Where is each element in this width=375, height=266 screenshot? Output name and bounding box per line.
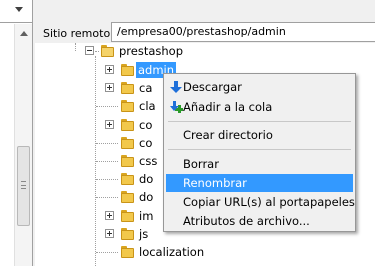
grip-icon <box>21 181 26 189</box>
menu-item-rename[interactable]: Renombrar <box>166 174 353 192</box>
tree-line <box>96 161 118 162</box>
tree-line <box>96 179 118 180</box>
folder-open-icon <box>101 45 114 57</box>
menu-item-download[interactable]: Descargar <box>166 78 353 96</box>
tree-line <box>96 252 118 253</box>
tree-line <box>95 51 99 52</box>
folder-icon <box>121 100 134 112</box>
tree-item[interactable]: js <box>139 226 148 242</box>
tree-item[interactable]: co <box>139 135 152 151</box>
expand-icon[interactable] <box>105 65 114 74</box>
menu-item-copy-urls[interactable]: Copiar URL(s) al portapapeles <box>166 193 355 211</box>
tree-line <box>75 43 76 51</box>
tree-item[interactable]: im <box>139 208 153 224</box>
menu-item-delete[interactable]: Borrar <box>166 155 353 173</box>
folder-icon <box>121 64 134 76</box>
folder-icon <box>121 191 134 203</box>
tree-item[interactable]: ca <box>139 80 152 96</box>
folder-icon <box>121 137 134 149</box>
folder-icon <box>121 82 134 94</box>
add-to-queue-icon <box>170 101 183 113</box>
tree-item[interactable]: do <box>139 189 153 205</box>
local-pane <box>0 0 33 266</box>
collapse-icon[interactable] <box>85 46 94 55</box>
expand-icon[interactable] <box>105 83 114 92</box>
folder-icon <box>121 246 134 258</box>
menu-item-file-attributes[interactable]: Atributos de archivo... <box>166 212 353 230</box>
tree-line <box>96 143 118 144</box>
download-icon <box>170 81 182 93</box>
tree-item[interactable]: localization <box>139 244 204 260</box>
folder-icon <box>121 155 134 167</box>
expand-icon[interactable] <box>105 120 114 129</box>
folder-icon <box>121 119 134 131</box>
tree-item-prestashop[interactable]: prestashop <box>119 43 183 59</box>
tree-line <box>96 106 118 107</box>
scroll-up-icon[interactable] <box>20 31 28 36</box>
scroll-thumb[interactable] <box>17 146 30 226</box>
tree-item[interactable]: co <box>139 117 152 133</box>
tree-item[interactable]: cla <box>139 98 156 114</box>
menu-separator <box>168 121 351 122</box>
dropdown-arrow-icon[interactable] <box>15 7 23 12</box>
folder-icon <box>121 173 134 185</box>
vertical-scrollbar[interactable] <box>14 24 32 266</box>
menu-item-add-to-queue[interactable]: Añadir a la cola <box>166 98 353 116</box>
context-menu: Descargar Añadir a la cola Crear directo… <box>163 73 356 232</box>
remote-site-label: Sitio remoto: <box>43 27 114 40</box>
tree-item[interactable]: do <box>139 171 153 187</box>
folder-icon <box>121 228 134 240</box>
expand-icon[interactable] <box>105 229 114 238</box>
tree-line <box>96 197 118 198</box>
expand-icon[interactable] <box>105 211 114 220</box>
divider <box>0 22 33 23</box>
remote-path-input[interactable]: /empresa00/prestashop/admin <box>111 22 375 42</box>
menu-item-create-directory[interactable]: Crear directorio <box>166 126 353 144</box>
menu-separator <box>168 149 351 150</box>
tree-item[interactable]: css <box>139 153 157 169</box>
folder-icon <box>121 210 134 222</box>
